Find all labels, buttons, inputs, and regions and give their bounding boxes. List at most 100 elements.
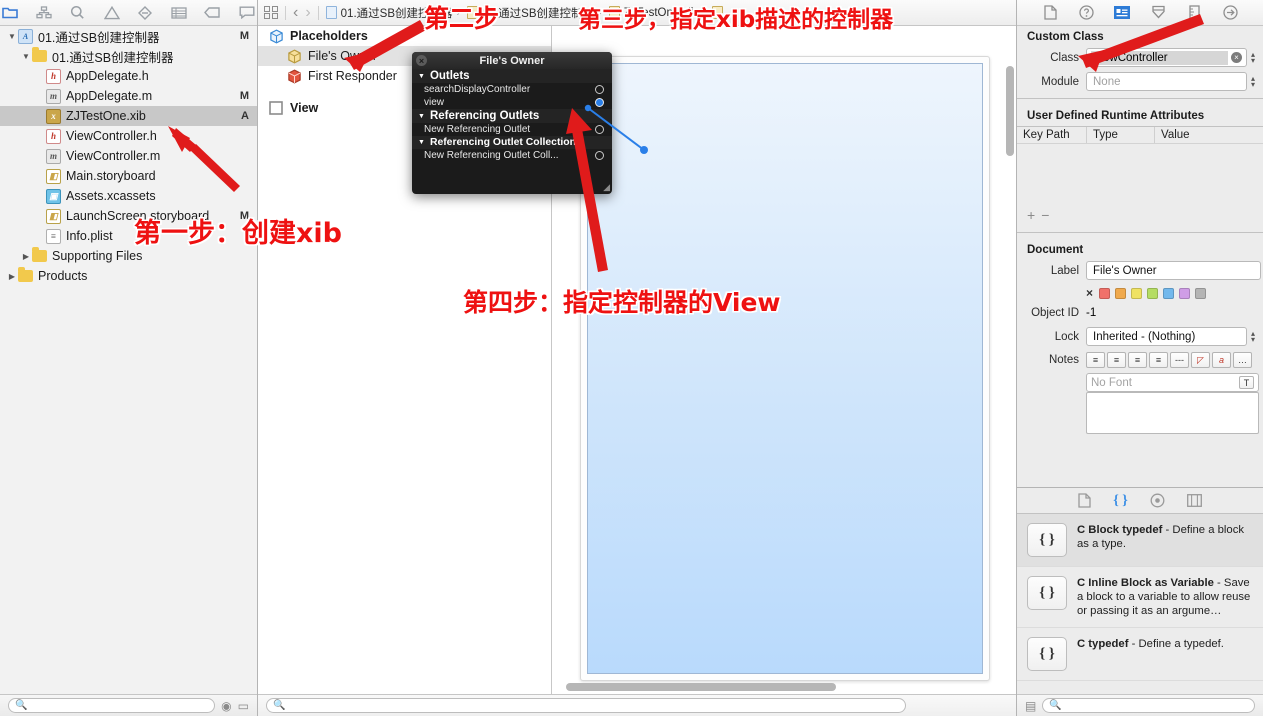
disclosure-triangle-icon[interactable]: ▼ <box>20 52 32 61</box>
disclosure-triangle-icon[interactable]: ▼ <box>418 73 425 80</box>
nav-row-products[interactable]: ▶ Products <box>0 266 257 286</box>
canvas-vertical-scrollbar[interactable] <box>1006 66 1014 156</box>
color-swatch-yellow[interactable] <box>1131 287 1143 299</box>
label-value[interactable]: File's Owner <box>1091 264 1256 278</box>
file-inspector-icon[interactable] <box>1040 4 1060 22</box>
library-item[interactable]: { } C Inline Block as Variable - Save a … <box>1017 567 1263 628</box>
clear-color-icon[interactable]: × <box>1086 286 1093 300</box>
connections-group-referencing-outlets[interactable]: ▼ Referencing Outlets <box>412 109 612 123</box>
filter-unsaved-icon[interactable]: ▭ <box>238 699 249 713</box>
disclosure-triangle-icon[interactable]: ▶ <box>20 252 32 261</box>
nav-row-appdelegate-m[interactable]: m AppDelegate.m M <box>0 86 257 106</box>
disclosure-triangle-icon[interactable]: ▼ <box>418 139 425 146</box>
align-left-icon[interactable]: ≡ <box>1086 352 1105 368</box>
media-library-icon[interactable] <box>1186 494 1202 507</box>
class-value[interactable]: ViewController <box>1091 50 1228 65</box>
library-view-toggle-icon[interactable]: ▤ <box>1025 699 1036 713</box>
identity-inspector-icon[interactable] <box>1112 4 1132 22</box>
module-stepper-icon[interactable]: ▴ ▾ <box>1251 74 1261 88</box>
attributes-inspector-icon[interactable] <box>1148 4 1168 22</box>
quick-help-icon[interactable] <box>1076 4 1096 22</box>
add-attribute-button[interactable]: + <box>1027 207 1041 223</box>
nav-row-viewcontroller-m[interactable]: m ViewController.m <box>0 146 257 166</box>
color-swatch-gray[interactable] <box>1195 287 1207 299</box>
label-input[interactable]: File's Owner <box>1086 261 1261 280</box>
connection-well-connected[interactable] <box>595 98 604 107</box>
nav-row-project[interactable]: ▼ A 01.通过SB创建控制器 M <box>0 26 257 46</box>
connections-inspector-icon[interactable] <box>1220 4 1240 22</box>
remove-attribute-button[interactable]: − <box>1041 207 1055 223</box>
clear-class-icon[interactable]: × <box>1231 52 1242 63</box>
font-panel-icon[interactable]: T <box>1239 376 1254 389</box>
class-combo[interactable]: ViewController × <box>1086 48 1247 67</box>
connection-well[interactable] <box>595 125 604 134</box>
color-swatch-orange[interactable] <box>1115 287 1127 299</box>
lock-stepper-icon[interactable]: ▴ ▾ <box>1251 329 1261 343</box>
connections-group-referencing-outlet-collections[interactable]: ▼ Referencing Outlet Collections <box>412 136 612 149</box>
nav-row-appdelegate-h[interactable]: h AppDelegate.h <box>0 66 257 86</box>
dash-icon[interactable]: --- <box>1170 352 1189 368</box>
library-filter-input[interactable]: 🔍 <box>1042 698 1255 713</box>
view-canvas-content[interactable] <box>587 63 983 674</box>
hierarchy-icon[interactable] <box>34 4 55 22</box>
connection-row-view[interactable]: view <box>412 96 612 109</box>
more-icon[interactable]: … <box>1233 352 1252 368</box>
view-canvas-frame[interactable] <box>580 56 990 681</box>
font-field[interactable]: No Font T <box>1086 373 1259 392</box>
align-right-icon[interactable]: ≡ <box>1128 352 1147 368</box>
lock-combo[interactable]: Inherited - (Nothing) <box>1086 327 1247 346</box>
back-button[interactable]: ‹ <box>293 4 298 22</box>
module-value[interactable]: None <box>1091 75 1242 89</box>
report-icon[interactable] <box>236 4 257 22</box>
code-snippet-library-icon[interactable]: { } <box>1113 493 1128 509</box>
nav-row-main-storyboard[interactable]: ◧ Main.storyboard <box>0 166 257 186</box>
runtime-attributes-controls[interactable]: +− <box>1017 204 1263 226</box>
debug-icon[interactable] <box>203 4 224 22</box>
issue-icon[interactable] <box>135 4 156 22</box>
nav-row-zjtestone-xib[interactable]: x ZJTestOne.xib A <box>0 106 257 126</box>
size-inspector-icon[interactable] <box>1184 4 1204 22</box>
runtime-attributes-body[interactable] <box>1017 144 1263 204</box>
library-item[interactable]: { } C Block typedef - Define a block as … <box>1017 514 1263 567</box>
text-color-icon[interactable]: a <box>1212 352 1231 368</box>
nav-row-viewcontroller-h[interactable]: h ViewController.h <box>0 126 257 146</box>
related-items-icon[interactable] <box>264 6 278 19</box>
folder-icon[interactable] <box>0 4 21 22</box>
connections-group-outlets[interactable]: ▼ Outlets <box>412 69 612 83</box>
file-template-library-icon[interactable] <box>1078 493 1091 508</box>
library-item[interactable]: { } C typedef - Define a typedef. <box>1017 628 1263 681</box>
canvas-scroll-area[interactable] <box>552 26 1004 682</box>
canvas-horizontal-scrollbar[interactable] <box>566 683 836 691</box>
forward-button[interactable]: › <box>305 4 310 22</box>
image-icon[interactable]: ◸ <box>1191 352 1210 368</box>
search-icon[interactable] <box>68 4 89 22</box>
connection-row-new-referencing-outlet[interactable]: New Referencing Outlet <box>412 123 612 136</box>
connection-well[interactable] <box>595 151 604 160</box>
color-swatch-blue[interactable] <box>1163 287 1175 299</box>
label-color-swatches[interactable]: × <box>1017 284 1263 302</box>
notes-textarea[interactable] <box>1086 392 1259 434</box>
lock-value[interactable]: Inherited - (Nothing) <box>1091 330 1242 344</box>
filter-recent-icon[interactable]: ◉ <box>221 699 231 713</box>
color-swatch-red[interactable] <box>1099 287 1111 299</box>
outline-row-placeholders[interactable]: Placeholders <box>258 26 551 46</box>
interface-builder-canvas[interactable] <box>552 26 1016 694</box>
module-combo[interactable]: None <box>1086 72 1247 91</box>
connection-row-new-referencing-outlet-collection[interactable]: New Referencing Outlet Coll... <box>412 149 612 162</box>
disclosure-triangle-icon[interactable]: ▼ <box>418 113 425 120</box>
editor-filter-input[interactable]: 🔍 <box>266 698 906 713</box>
color-swatch-green[interactable] <box>1147 287 1159 299</box>
test-icon[interactable] <box>169 4 190 22</box>
connection-well[interactable] <box>595 85 604 94</box>
nav-row-assets[interactable]: ▣ Assets.xcassets <box>0 186 257 206</box>
connection-row-searchdisplaycontroller[interactable]: searchDisplayController <box>412 83 612 96</box>
close-icon[interactable]: × <box>416 55 427 66</box>
color-swatch-purple[interactable] <box>1179 287 1191 299</box>
navigator-filter-input[interactable]: 🔍 <box>8 698 216 713</box>
align-center-icon[interactable]: ≡ <box>1107 352 1126 368</box>
object-library-icon[interactable] <box>1150 493 1165 508</box>
resize-handle-icon[interactable]: ◢ <box>603 182 610 193</box>
align-justify-icon[interactable]: ≡ <box>1149 352 1168 368</box>
navigator-file-tree[interactable]: ▼ A 01.通过SB创建控制器 M ▼ 01.通过SB创建控制器 h AppD… <box>0 26 257 694</box>
warning-icon[interactable] <box>101 4 122 22</box>
